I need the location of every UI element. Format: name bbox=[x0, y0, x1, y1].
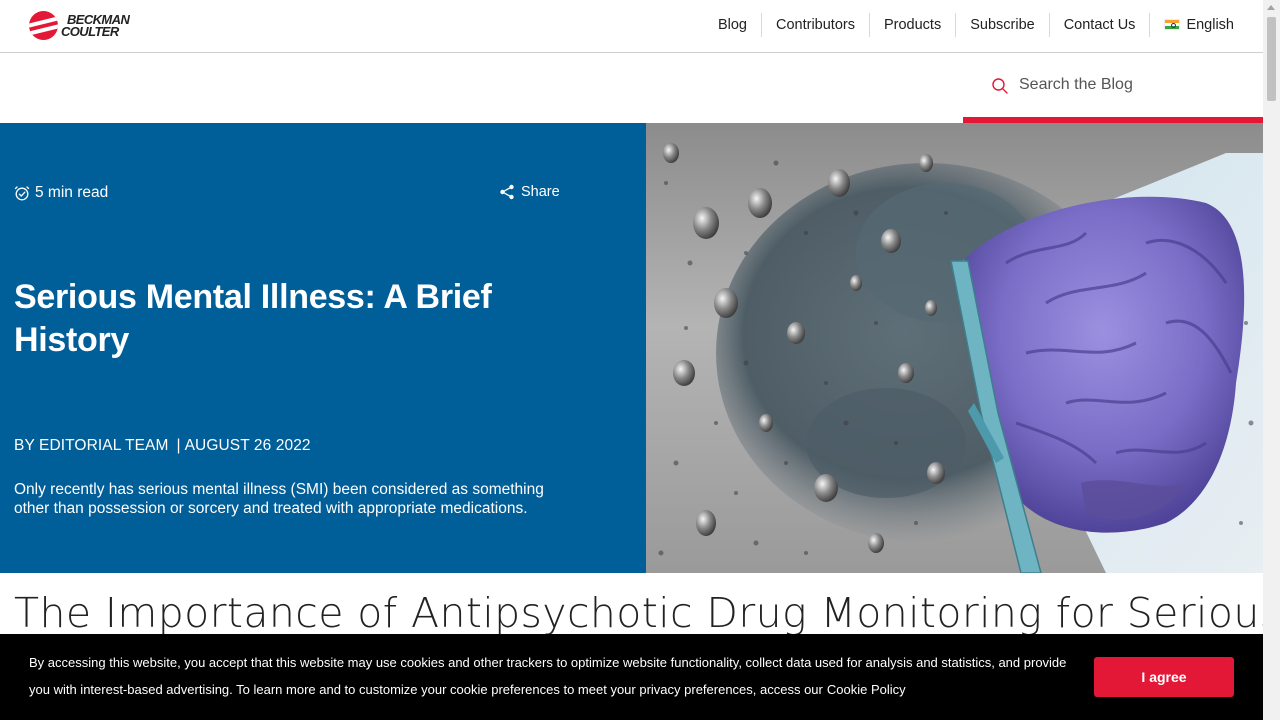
search-input[interactable] bbox=[1019, 76, 1249, 94]
clock-check-icon bbox=[14, 186, 30, 201]
hero-panel: 5 min read Share Serious Mental Illness:… bbox=[0, 123, 646, 573]
author: BY EDITORIAL TEAM bbox=[14, 437, 169, 454]
blog-search bbox=[963, 53, 1263, 123]
byline: BY EDITORIAL TEAM | AUGUST 26 2022 bbox=[14, 437, 311, 454]
share-icon bbox=[500, 184, 514, 200]
beckman-coulter-logo[interactable]: BECKMAN COULTER bbox=[29, 11, 139, 41]
nav-contributors[interactable]: Contributors bbox=[762, 13, 870, 37]
share-label: Share bbox=[521, 184, 560, 200]
read-time: 5 min read bbox=[14, 184, 108, 202]
language-label: English bbox=[1186, 17, 1234, 33]
scroll-thumb[interactable] bbox=[1267, 17, 1276, 101]
hero-image bbox=[646, 123, 1263, 573]
scrollbar[interactable] bbox=[1263, 0, 1280, 720]
article-summary: Only recently has serious mental illness… bbox=[14, 481, 544, 517]
search-icon[interactable] bbox=[991, 77, 1009, 95]
share-button[interactable]: Share bbox=[499, 184, 560, 200]
nav-contact-us[interactable]: Contact Us bbox=[1050, 13, 1151, 37]
india-flag-icon bbox=[1164, 19, 1181, 30]
cookie-banner: By accessing this website, you accept th… bbox=[0, 634, 1263, 720]
article-title: Serious Mental Illness: A Brief History bbox=[14, 278, 492, 359]
nav-products[interactable]: Products bbox=[870, 13, 957, 37]
agree-button[interactable]: I agree bbox=[1094, 657, 1234, 697]
logo-wordmark: BECKMAN COULTER bbox=[61, 12, 130, 39]
cookie-policy-link[interactable]: Cookie Policy bbox=[827, 682, 906, 697]
language-selector[interactable]: English bbox=[1150, 13, 1248, 37]
read-time-label: 5 min read bbox=[35, 184, 109, 201]
logo-mark-icon bbox=[29, 11, 58, 40]
cookie-text: By accessing this website, you accept th… bbox=[29, 655, 1067, 697]
main-nav: Blog Contributors Products Subscribe Con… bbox=[704, 13, 1248, 37]
nav-blog[interactable]: Blog bbox=[704, 13, 762, 37]
brain-wiper-illustration bbox=[646, 123, 1263, 573]
publish-date: AUGUST 26 2022 bbox=[184, 437, 311, 454]
site-header: BECKMAN COULTER Blog Contributors Produc… bbox=[0, 0, 1263, 53]
scroll-up-arrow-icon[interactable] bbox=[1267, 5, 1275, 10]
article-hero: 5 min read Share Serious Mental Illness:… bbox=[0, 123, 1263, 573]
cookie-message: By accessing this website, you accept th… bbox=[29, 649, 1089, 703]
article-heading: The Importance of Antipsychotic Drug Mon… bbox=[14, 589, 1280, 637]
nav-subscribe[interactable]: Subscribe bbox=[956, 13, 1050, 37]
search-row bbox=[0, 53, 1263, 123]
